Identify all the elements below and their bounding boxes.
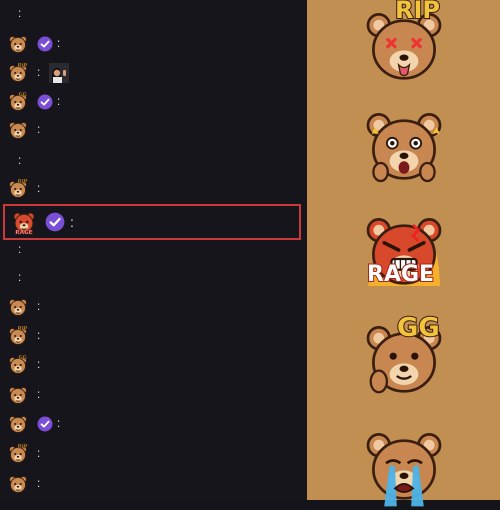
bear-avatar-icon [9,299,27,316]
bear-crying-emote[interactable] [359,420,449,510]
chat-separator: : [18,244,25,256]
chat-message: : [0,295,307,319]
chat-message: GG: [0,353,307,377]
chat-separator: : [18,272,25,284]
chat-message: : [0,118,307,142]
chat-separator: : [37,359,44,371]
chat-separator: : [70,214,78,230]
chat-message: RIP: [0,442,307,466]
chat-message: : [0,149,307,173]
waving-person-emote-icon [49,63,70,83]
avatar-badge-text: GG [18,355,26,361]
bear-shocked-emote[interactable] [359,100,449,190]
chat-message: GG: [0,90,307,114]
avatar-badge-text: RAGE [15,230,32,235]
chat-separator: : [18,155,25,167]
chat-message: RIP: [0,61,307,85]
chat-separator: : [18,8,25,20]
verified-check-icon [37,416,53,432]
chat-separator: : [57,418,64,430]
chat-separator: : [37,448,44,460]
verified-check-icon [37,36,53,52]
bear-avatar-icon [9,36,27,53]
emote-panel: RIP RAGE GG [307,0,500,507]
bear-gg-avatar-icon: GG [9,355,27,374]
emote-label-rip: RIP [394,0,441,25]
chat-separator: : [37,330,44,342]
chat-separator: : [37,67,44,79]
chat-message: : [0,383,307,407]
bear-avatar-icon [9,122,27,139]
emote-label-gg: GG [396,312,441,344]
avatar-badge-text: RIP [18,326,28,332]
avatar-badge-text: RIP [18,179,28,185]
chat-separator: : [37,301,44,313]
chat-message: : [0,238,307,262]
chat-separator: : [37,389,44,401]
chat-message: : [0,2,307,26]
highlighted-chat-message: RAGE: [3,204,301,240]
avatar-badge-text: RIP [18,444,28,450]
avatar-badge-text: RIP [18,63,28,69]
bear-rip-avatar-icon: RIP [9,444,28,463]
verified-check-icon [37,94,53,110]
chat-message: : [0,266,307,290]
bear-gg-avatar-icon: GG [9,92,27,111]
chat-message: : [0,412,307,436]
chat-message: RIP: [0,324,307,348]
chat-separator: : [57,38,64,50]
chat-separator: : [37,183,44,195]
bear-rip-avatar-icon: RIP [9,326,28,345]
emote-label-rage: RAGE [366,261,435,288]
chat-separator: : [57,96,64,108]
bear-avatar-icon [9,387,27,404]
chat-separator: : [37,124,44,136]
chat-message: : [0,32,307,56]
bear-rage-avatar-icon: RAGE [13,212,35,235]
bear-rip-avatar-icon: RIP [9,63,28,82]
bear-avatar-icon [9,416,27,433]
bear-avatar-icon [9,476,27,493]
chat-message: RIP: [0,177,307,201]
chat-message: : [0,472,307,496]
chat-separator: : [37,478,44,490]
chat-panel: : : RIP: GG: : : RIP: RAGE: : : : RIP: G… [0,0,307,500]
verified-check-icon [45,212,65,232]
avatar-badge-text: GG [18,92,26,98]
bear-rip-avatar-icon: RIP [9,179,28,198]
